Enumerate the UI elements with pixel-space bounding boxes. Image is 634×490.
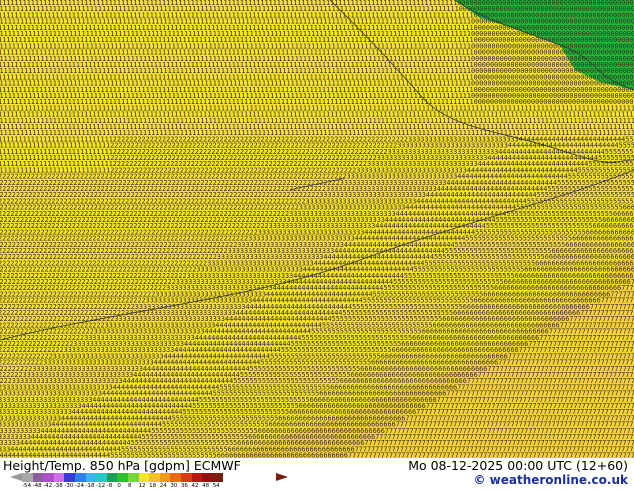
scale-tick-label: 24 bbox=[159, 483, 167, 489]
scale-swatch bbox=[180, 473, 192, 482]
scale-tick-label: 0 bbox=[117, 483, 121, 489]
scale-swatch bbox=[85, 473, 97, 482]
scale-swatch bbox=[127, 473, 139, 482]
scale-tick-label: -42 bbox=[43, 483, 53, 489]
contour-label-run: 66666666666666666666666666666666 bbox=[217, 451, 348, 458]
temperature-map: 1111111111111111111111111111111111111111… bbox=[0, 0, 634, 458]
scale-swatch bbox=[43, 473, 54, 482]
scale-tick-label: -48 bbox=[32, 483, 42, 489]
scale-swatch bbox=[96, 473, 107, 482]
contour-label-run: 55555555555555555555555555 bbox=[110, 451, 217, 458]
contour-label-run: 7777777777777777777777777777777777777777… bbox=[348, 451, 634, 458]
map-title: Height/Temp. 850 hPa [gdpm] ECMWF bbox=[3, 458, 241, 473]
scale-tick-label: 12 bbox=[138, 483, 146, 489]
scale-swatch bbox=[138, 473, 150, 482]
scale-tick-label: 48 bbox=[202, 483, 210, 489]
scale-tick-label: -18 bbox=[85, 483, 95, 489]
scale-tick-label: -54 bbox=[22, 483, 31, 489]
scale-tick-label: 36 bbox=[180, 483, 188, 489]
scale-swatch bbox=[212, 473, 224, 482]
color-scale-ticks: -54 -48 -42 -38 -30 -24 -18 -12 -8 0 8 12 18 24 30 36 42… bbox=[22, 483, 223, 490]
contour-label-run: 444444444444444444444444444 bbox=[0, 451, 110, 458]
footer-bar: Height/Temp. 850 hPa [gdpm] ECMWF Mo 08-… bbox=[0, 458, 634, 490]
scale-swatch bbox=[170, 473, 181, 482]
scale-swatch bbox=[191, 473, 203, 482]
scale-swatch bbox=[74, 473, 86, 482]
scale-swatch bbox=[159, 473, 171, 482]
scale-swatch bbox=[202, 473, 213, 482]
scale-tick-label: 8 bbox=[127, 483, 132, 489]
valid-time: Mo 08-12-2025 00:00 UTC (12+60) bbox=[408, 458, 628, 473]
scale-tick-label: 54 bbox=[212, 483, 220, 489]
scale-tick-label: -8 bbox=[106, 483, 113, 489]
scale-tick-label: 30 bbox=[170, 483, 178, 489]
scale-tick-label: 42 bbox=[191, 483, 199, 489]
scale-swatch bbox=[149, 473, 160, 482]
scale-left-arrow bbox=[10, 473, 22, 481]
scale-tick-label: -12 bbox=[96, 483, 106, 489]
scale-swatch bbox=[32, 473, 44, 482]
scale-swatch bbox=[53, 473, 65, 482]
scale-tick-label: -24 bbox=[74, 483, 84, 489]
scale-tick-label: -38 bbox=[53, 483, 63, 489]
scale-tick-label: 18 bbox=[149, 483, 157, 489]
site-credit[interactable]: © weatheronline.co.uk bbox=[473, 473, 628, 487]
scale-swatch bbox=[22, 473, 33, 482]
scale-swatch bbox=[117, 473, 128, 482]
color-scale bbox=[22, 473, 224, 482]
scale-right-arrow bbox=[276, 473, 288, 481]
map-canvas: 1111111111111111111111111111111111111111… bbox=[0, 0, 634, 458]
scale-tick-label: -30 bbox=[64, 483, 74, 489]
scale-swatch bbox=[64, 473, 75, 482]
scale-swatch bbox=[106, 473, 118, 482]
